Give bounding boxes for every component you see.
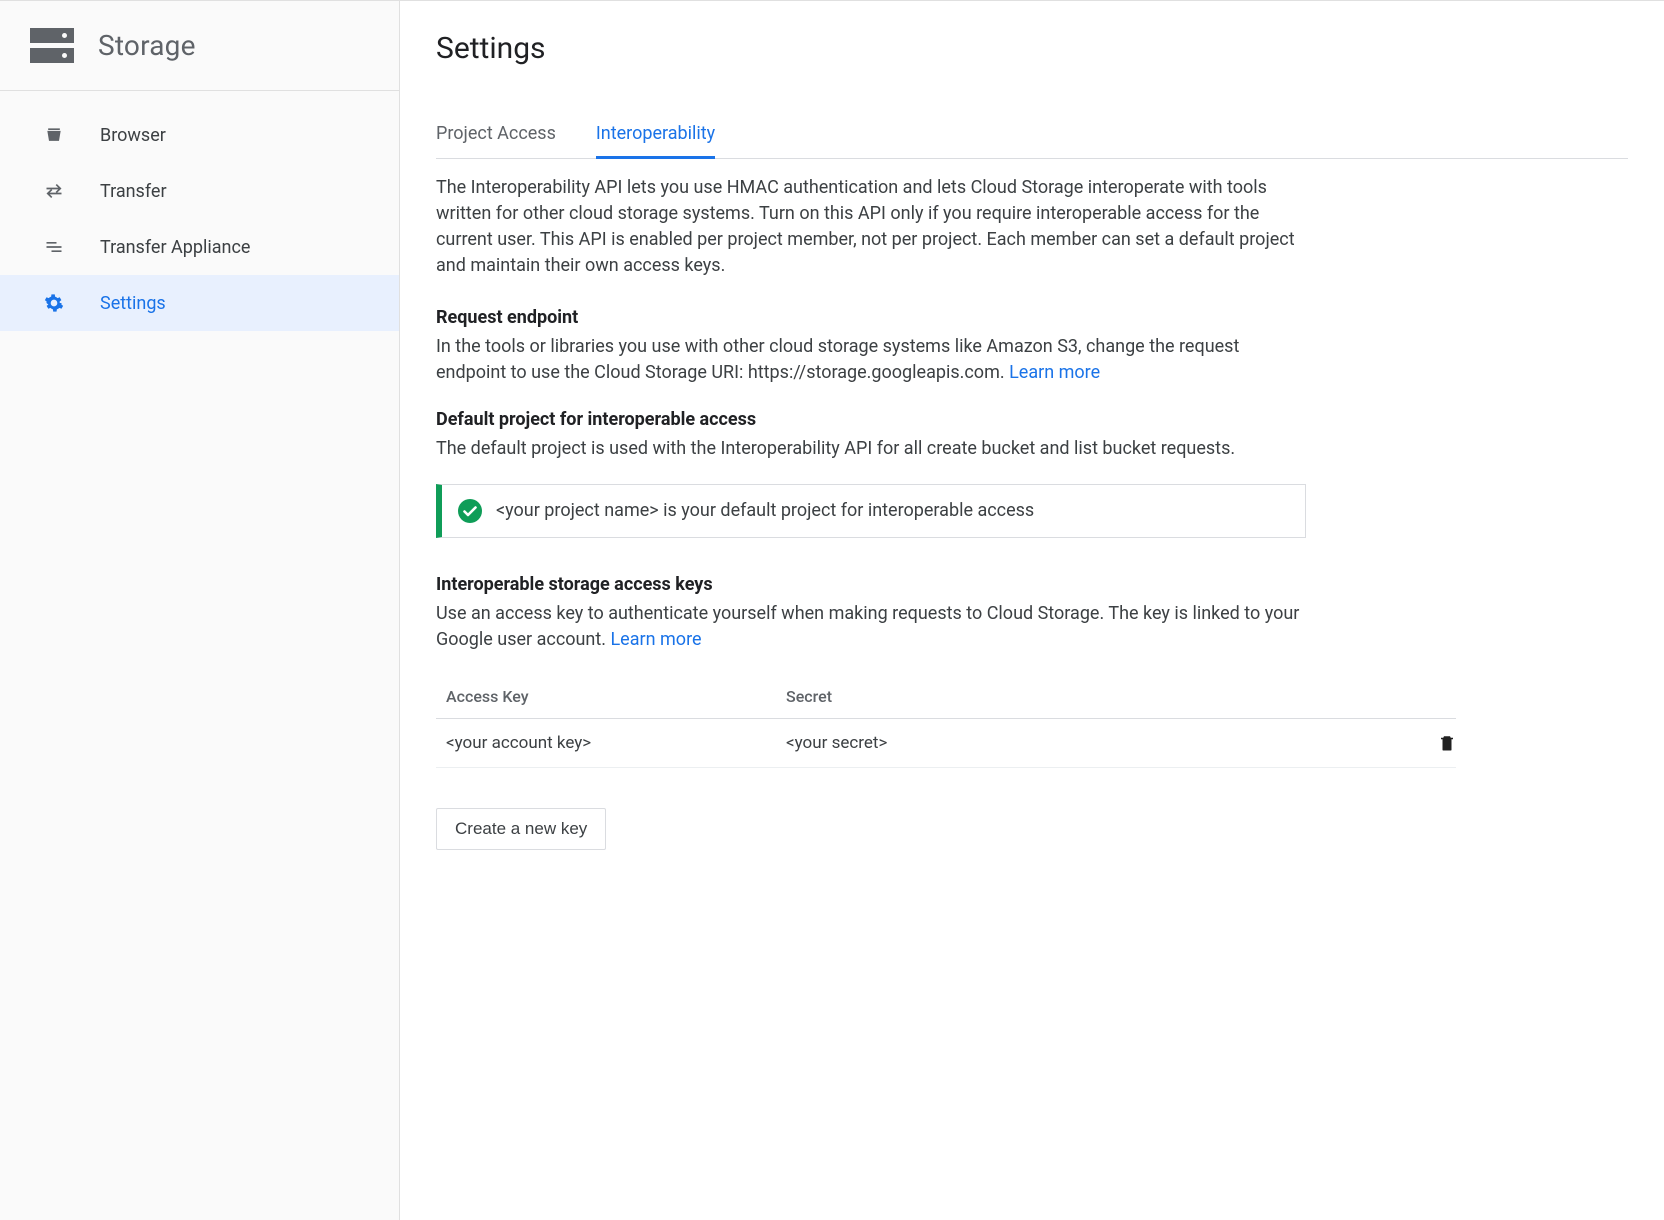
sidebar-item-transfer[interactable]: Transfer bbox=[0, 163, 399, 219]
intro-text: The Interoperability API lets you use HM… bbox=[436, 175, 1306, 279]
sidebar-item-transfer-appliance[interactable]: Transfer Appliance bbox=[0, 219, 399, 275]
table-row: <your account key> <your secret> bbox=[436, 719, 1456, 768]
cell-secret: <your secret> bbox=[786, 733, 1406, 753]
gear-icon bbox=[44, 293, 64, 313]
sidebar-item-browser[interactable]: Browser bbox=[0, 107, 399, 163]
tab-project-access[interactable]: Project Access bbox=[436, 111, 556, 159]
bucket-icon bbox=[44, 125, 64, 145]
keys-table: Access Key Secret <your account key> <yo… bbox=[436, 675, 1456, 768]
sidebar-item-label: Transfer bbox=[100, 181, 167, 202]
column-access-key: Access Key bbox=[436, 687, 786, 706]
sidebar-item-label: Browser bbox=[100, 125, 166, 146]
transfer-icon bbox=[44, 181, 64, 201]
tabs: Project Access Interoperability bbox=[436, 110, 1628, 159]
keys-learn-more-link[interactable]: Learn more bbox=[610, 629, 701, 650]
sidebar-item-label: Settings bbox=[100, 293, 166, 314]
keys-table-header: Access Key Secret bbox=[436, 675, 1456, 719]
check-icon bbox=[458, 499, 482, 523]
banner-text: <your project name> is your default proj… bbox=[496, 500, 1034, 521]
sidebar-header: Storage bbox=[0, 1, 399, 91]
endpoint-learn-more-link[interactable]: Learn more bbox=[1009, 362, 1100, 383]
trash-icon[interactable] bbox=[1438, 733, 1456, 753]
default-project-desc: The default project is used with the Int… bbox=[436, 436, 1306, 462]
main-content: Settings Project Access Interoperability… bbox=[400, 1, 1664, 1220]
tab-interoperability[interactable]: Interoperability bbox=[596, 111, 715, 159]
page-title: Settings bbox=[436, 31, 1628, 66]
product-title: Storage bbox=[98, 29, 196, 62]
default-project-title: Default project for interoperable access bbox=[436, 409, 1628, 430]
create-key-button[interactable]: Create a new key bbox=[436, 808, 606, 850]
banner-project-name: <your project name> bbox=[496, 500, 659, 521]
sidebar-nav: Browser Transfer Transfer Appliance Sett… bbox=[0, 91, 399, 331]
endpoint-desc-text: In the tools or libraries you use with o… bbox=[436, 336, 1239, 383]
column-secret: Secret bbox=[786, 687, 1406, 706]
cell-access-key: <your account key> bbox=[436, 733, 786, 753]
keys-title: Interoperable storage access keys bbox=[436, 574, 1628, 595]
storage-icon bbox=[30, 28, 74, 64]
sidebar-item-label: Transfer Appliance bbox=[100, 237, 250, 258]
sidebar-item-settings[interactable]: Settings bbox=[0, 275, 399, 331]
banner-suffix: is your default project for interoperabl… bbox=[659, 500, 1035, 521]
keys-desc-text: Use an access key to authenticate yourse… bbox=[436, 603, 1299, 650]
endpoint-desc: In the tools or libraries you use with o… bbox=[436, 334, 1306, 386]
default-project-banner: <your project name> is your default proj… bbox=[436, 484, 1306, 538]
sidebar: Storage Browser Transfer Transfer Applia… bbox=[0, 1, 400, 1220]
endpoint-title: Request endpoint bbox=[436, 307, 1628, 328]
keys-desc: Use an access key to authenticate yourse… bbox=[436, 601, 1306, 653]
appliance-icon bbox=[44, 237, 64, 257]
